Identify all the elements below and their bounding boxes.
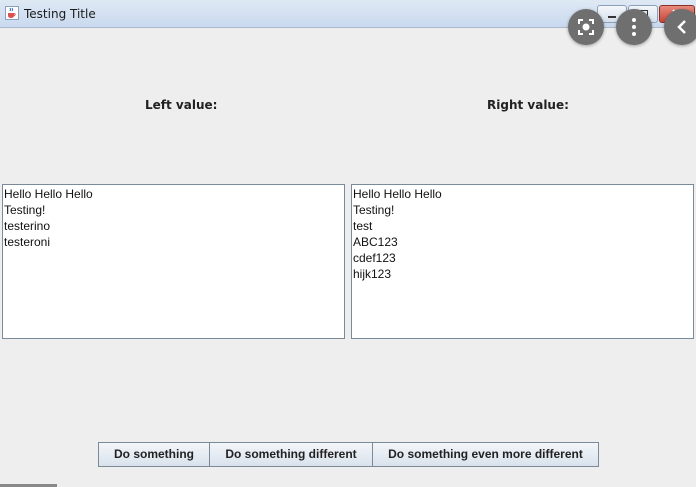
right-line: Testing! — [353, 203, 395, 217]
right-line: hijk123 — [353, 267, 392, 281]
right-line: test — [353, 219, 373, 233]
left-line: Hello Hello Hello — [4, 187, 93, 201]
left-line: testerino — [4, 219, 51, 233]
more-options-button[interactable] — [616, 9, 652, 45]
java-cup-icon — [5, 6, 19, 20]
left-text-area[interactable]: Hello Hello Hello Testing! testerino tes… — [2, 184, 345, 339]
window-title: Testing Title — [24, 7, 96, 21]
chevron-left-icon — [677, 20, 686, 34]
left-value-label: Left value: — [145, 98, 218, 112]
more-vertical-icon — [632, 18, 636, 36]
do-something-even-more-different-button[interactable]: Do something even more different — [372, 442, 599, 467]
do-something-button[interactable]: Do something — [98, 442, 210, 467]
right-text-area[interactable]: Hello Hello Hello Testing! test ABC123 c… — [351, 184, 694, 339]
lens-icon — [578, 19, 594, 35]
left-line: testeroni — [4, 235, 51, 249]
left-line: Testing! — [4, 203, 46, 217]
right-line: ABC123 — [353, 235, 398, 249]
right-value-label: Right value: — [487, 98, 569, 112]
do-something-different-button[interactable]: Do something different — [209, 442, 373, 467]
collapse-button[interactable] — [664, 9, 696, 45]
lens-button[interactable] — [568, 9, 604, 45]
right-line: cdef123 — [353, 251, 396, 265]
right-line: Hello Hello Hello — [353, 187, 442, 201]
